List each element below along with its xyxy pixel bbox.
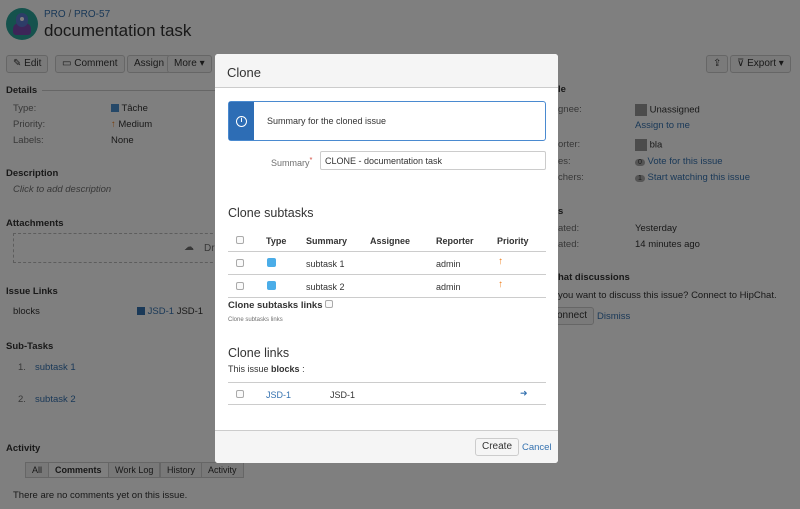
priority-up-icon: ↑ xyxy=(498,256,503,267)
clone-links-heading: Clone links xyxy=(228,346,290,360)
blocks-link-icon: ➜ xyxy=(520,388,528,398)
subtask-row: subtask 1 admin ↑ xyxy=(228,251,546,273)
clone-subtasks-links-checkbox[interactable] xyxy=(325,300,333,308)
create-button[interactable]: Create xyxy=(475,438,520,456)
clone-subtasks-heading: Clone subtasks xyxy=(228,206,314,220)
clone-subtasks-links-label: Clone subtasks links xyxy=(228,300,323,311)
subtask-checkbox[interactable] xyxy=(236,282,244,290)
subtask-checkbox[interactable] xyxy=(236,259,244,267)
clone-dialog: Clone i Summary for the cloned issue Sum… xyxy=(215,54,558,463)
dialog-title: Clone xyxy=(215,54,558,88)
subtask-type-icon xyxy=(267,281,276,290)
link-issue-key[interactable]: JSD-1 xyxy=(266,390,291,400)
select-all-subtasks-checkbox[interactable] xyxy=(236,236,244,244)
subtask-type-icon xyxy=(267,258,276,267)
info-icon: i xyxy=(236,116,247,127)
link-checkbox[interactable] xyxy=(236,390,244,398)
cancel-link[interactable]: Cancel xyxy=(522,442,552,453)
summary-label: Summary* xyxy=(271,155,313,168)
dialog-footer: Create Cancel xyxy=(215,430,558,463)
summary-input[interactable] xyxy=(320,151,546,170)
link-row: JSD-1 JSD-1 ➜ xyxy=(228,382,546,404)
info-message: i Summary for the cloned issue xyxy=(228,101,546,141)
subtask-row: subtask 2 admin ↑ xyxy=(228,274,546,296)
priority-up-icon: ↑ xyxy=(498,279,503,290)
